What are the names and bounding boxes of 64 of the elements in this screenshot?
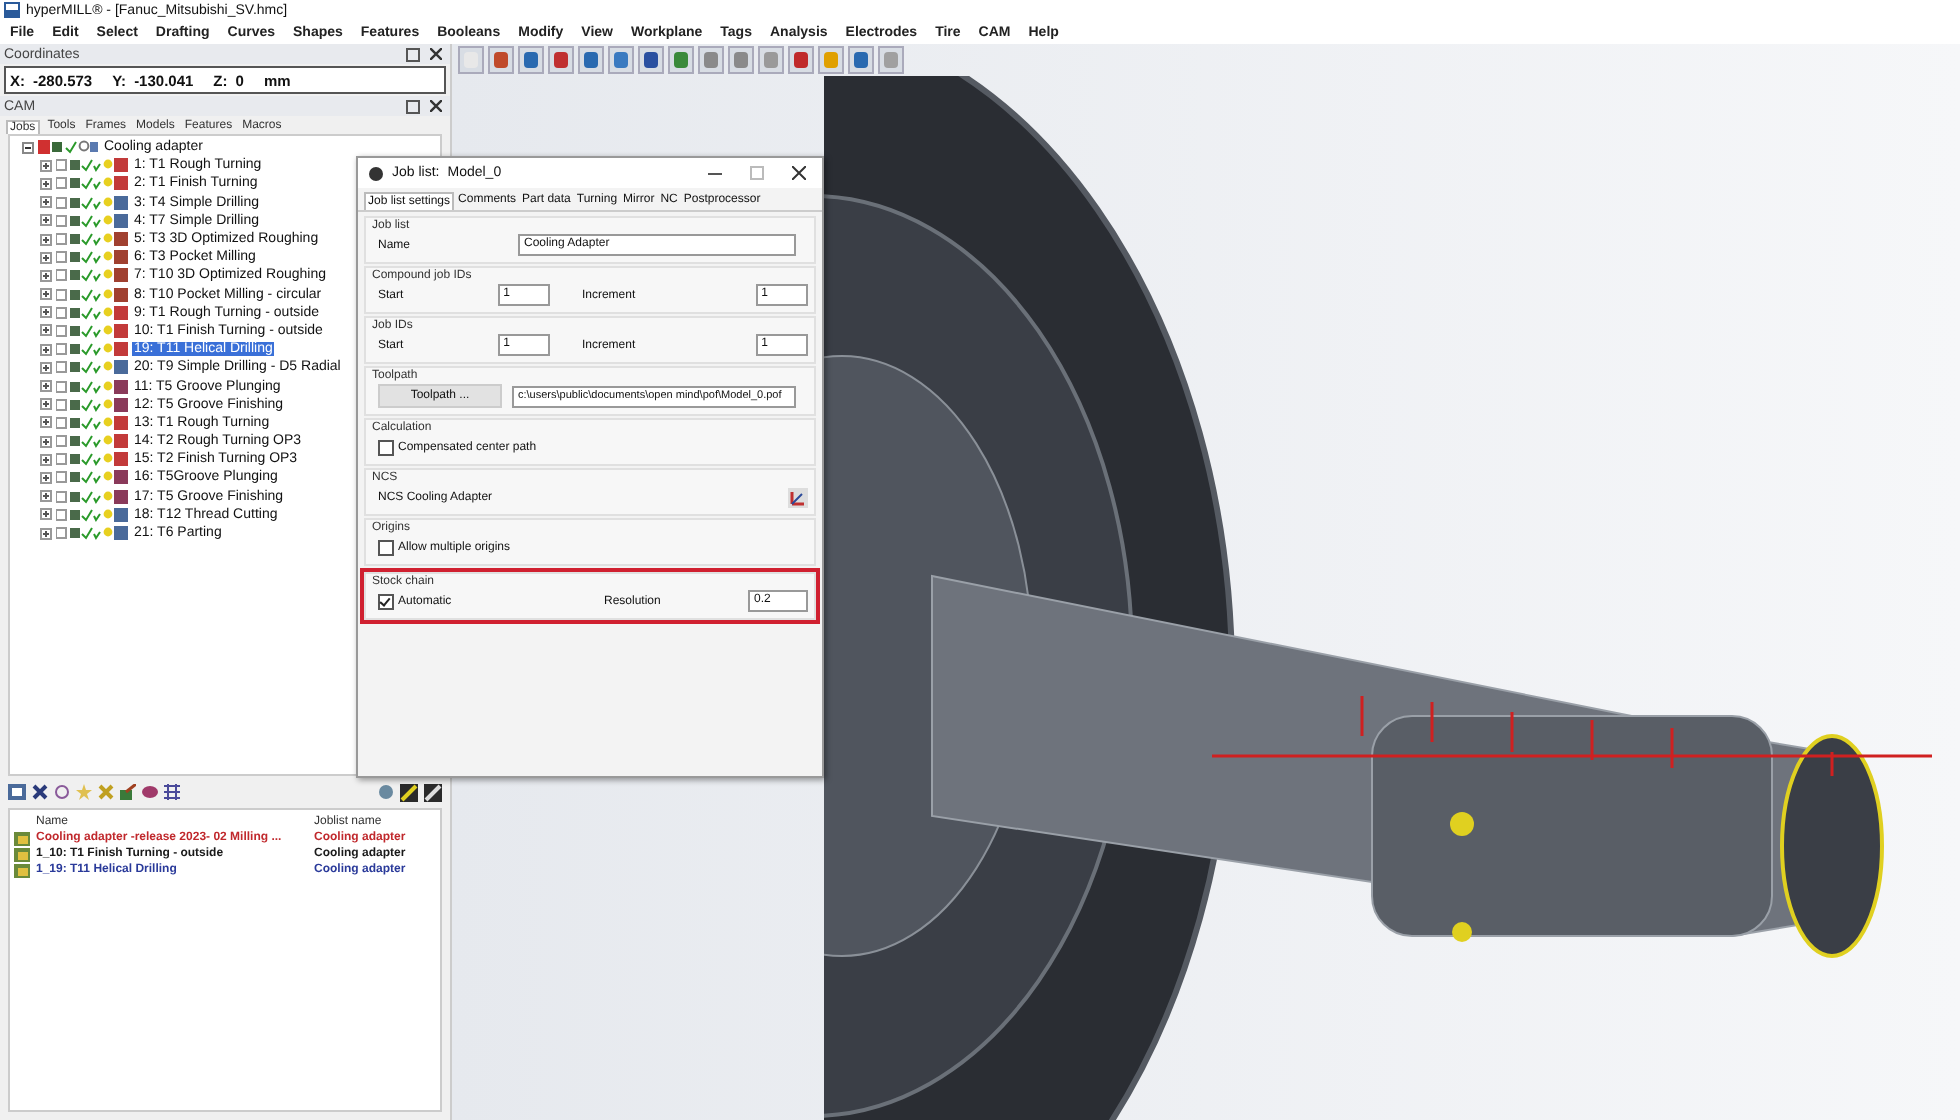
job-status-icons [56, 287, 128, 302]
disc-icon[interactable] [142, 784, 158, 800]
close-icon[interactable] [430, 100, 442, 112]
job-status-icons [56, 452, 128, 467]
checkbox[interactable] [378, 539, 394, 555]
float-icon[interactable] [406, 99, 420, 113]
job-status-icons [56, 268, 128, 283]
expander-icon[interactable] [40, 269, 52, 282]
job-status-icons [56, 507, 128, 522]
job-status-icons [56, 489, 128, 504]
star-icon[interactable] [76, 784, 92, 800]
close-icon[interactable] [430, 48, 442, 60]
job-status-icons [56, 415, 128, 430]
job-status-icons [38, 140, 98, 155]
float-icon[interactable] [406, 47, 420, 61]
globe-icon[interactable] [378, 784, 394, 800]
expander-icon[interactable] [40, 177, 52, 190]
expander-icon[interactable] [40, 361, 52, 374]
chart-icon[interactable] [424, 783, 442, 801]
grid-icon[interactable] [164, 784, 180, 800]
job-status-icons [56, 470, 128, 485]
cross-icon[interactable] [32, 784, 48, 800]
expander-icon[interactable] [40, 288, 52, 301]
job-status-icons [56, 397, 128, 412]
expander-icon[interactable] [40, 343, 52, 356]
chart-icon[interactable] [400, 783, 418, 801]
job-status-icons [56, 323, 128, 338]
expander-icon[interactable] [40, 508, 52, 521]
expander-icon[interactable] [40, 435, 52, 448]
list-icon[interactable] [8, 784, 26, 800]
job-status-icons [56, 526, 128, 541]
job-status-icons [56, 213, 128, 228]
close-icon[interactable] [792, 166, 806, 180]
job-status-icons [56, 250, 128, 265]
job-status-icons [56, 232, 128, 247]
expander-icon[interactable] [40, 380, 52, 393]
job-status-icons [56, 305, 128, 320]
expander-icon[interactable] [40, 196, 52, 209]
app-icon [368, 165, 384, 181]
job-status-icons [56, 195, 128, 210]
expander-icon[interactable] [40, 324, 52, 337]
job-status-icons [56, 434, 128, 449]
expander-icon[interactable] [40, 306, 52, 319]
job-status-icons [56, 176, 128, 191]
expander-icon[interactable] [40, 453, 52, 466]
expander-icon[interactable] [40, 471, 52, 484]
tag-icon[interactable] [54, 784, 70, 800]
job-status-icons [56, 360, 128, 375]
expander-icon[interactable] [40, 398, 52, 411]
checkbox[interactable] [378, 439, 394, 455]
export-icon[interactable] [120, 784, 136, 800]
expander-icon[interactable] [40, 527, 52, 540]
job-status-icons [56, 158, 128, 173]
job-status-icons [56, 342, 128, 357]
job-status-icons [56, 379, 128, 394]
axes-icon[interactable] [788, 487, 808, 507]
expander-icon[interactable] [40, 233, 52, 246]
checkbox[interactable] [378, 593, 394, 609]
expander-icon[interactable] [22, 141, 34, 154]
expander-icon[interactable] [40, 214, 52, 227]
expander-icon[interactable] [40, 159, 52, 172]
expander-icon[interactable] [40, 490, 52, 503]
expander-icon[interactable] [40, 251, 52, 264]
expander-icon[interactable] [40, 416, 52, 429]
